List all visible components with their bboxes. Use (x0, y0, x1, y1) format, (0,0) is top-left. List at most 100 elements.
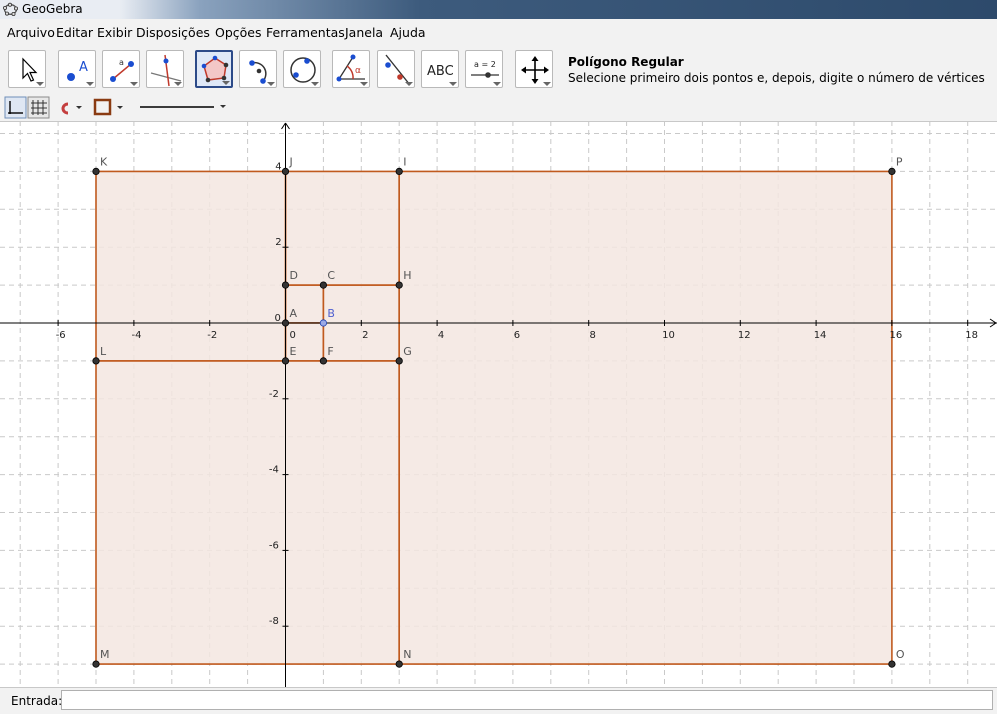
x-tick-label: -2 (207, 330, 217, 341)
toolbar: A a α ABC a = 2 Polígono Regular Selecio… (0, 45, 997, 95)
polygons-layer (95, 170, 893, 665)
style-bar-controls (4, 96, 226, 119)
point-j (281, 167, 290, 176)
x-tick-label: 16 (890, 330, 903, 341)
y-tick-label: 4 (275, 161, 281, 172)
input-bar: Entrada: (0, 687, 997, 714)
point-label-i: I (403, 155, 406, 168)
x-tick-label: 14 (814, 330, 827, 341)
menu-janela[interactable]: Janela (345, 25, 383, 40)
point-o (888, 660, 896, 668)
x-tick-label: 8 (590, 330, 596, 341)
y-tick-label: -2 (269, 389, 279, 400)
tool-angle[interactable]: α (332, 50, 370, 88)
color-button[interactable] (93, 98, 123, 116)
x-tick-label: 6 (514, 330, 520, 341)
polygon-dhij (284, 170, 401, 286)
menu-disposicoes[interactable]: Disposições (136, 25, 210, 40)
point-label-h: H (403, 269, 411, 282)
tool-regular-polygon[interactable] (195, 50, 233, 88)
toggle-axes-button[interactable] (4, 96, 27, 119)
point-capturing-magnet-icon[interactable] (61, 102, 82, 115)
point-f (319, 357, 327, 365)
line-style-button[interactable] (140, 105, 226, 108)
tool-slider[interactable]: a = 2 (465, 50, 503, 88)
menu-opcoes[interactable]: Opções (215, 25, 262, 40)
point-label-b: B (327, 307, 335, 320)
point-e (281, 357, 290, 365)
x-tick-label: 18 (965, 330, 978, 341)
y-tick-label: 2 (275, 237, 281, 248)
input-label: Entrada: (11, 694, 63, 708)
style-bar (0, 95, 997, 122)
polygon-nopi (398, 170, 893, 665)
point-a (281, 319, 290, 327)
svg-text:a: a (119, 58, 124, 67)
tool-help: Polígono Regular Selecione primeiro dois… (568, 55, 985, 85)
tool-text[interactable]: ABC (421, 50, 459, 88)
title-bar: GeoGebra (0, 0, 997, 19)
tool-semicircle[interactable] (239, 50, 277, 88)
x-tick-label: 0 (290, 330, 296, 341)
tool-move[interactable] (8, 50, 46, 88)
point-p (888, 167, 896, 176)
y-tick-label: -4 (269, 465, 279, 476)
point-label-o: O (896, 648, 905, 661)
point-c (319, 281, 327, 289)
point-b (319, 319, 327, 327)
x-tick-label: 4 (438, 330, 444, 341)
toggle-grid-button[interactable] (27, 96, 50, 119)
tool-reflect[interactable] (377, 50, 415, 88)
x-tick-label: -4 (132, 330, 142, 341)
point-label-l: L (100, 345, 107, 358)
point-label-n: N (403, 648, 411, 661)
point-m (92, 660, 100, 668)
x-tick-label: -6 (56, 330, 66, 341)
menu-bar: Arquivo Editar Exibir Disposições Opções… (0, 19, 997, 46)
point-g (395, 357, 403, 365)
y-tick-label: -6 (269, 540, 279, 551)
svg-text:a = 2: a = 2 (474, 60, 496, 69)
tool-perpendicular-line[interactable] (146, 50, 184, 88)
tool-circle[interactable] (283, 50, 321, 88)
tool-segment[interactable]: a (102, 50, 140, 88)
x-tick-label: 10 (662, 330, 675, 341)
point-k (92, 167, 100, 176)
tool-help-text: Selecione primeiro dois pontos e, depois… (568, 71, 985, 85)
geogebra-app-icon (3, 2, 18, 16)
x-tick-label: 12 (738, 330, 751, 341)
point-l (92, 357, 100, 365)
menu-ferramentas[interactable]: Ferramentas (266, 25, 345, 40)
point-label-c: C (327, 269, 335, 282)
menu-arquivo[interactable]: Arquivo (7, 25, 55, 40)
tool-point[interactable]: A (58, 50, 96, 88)
tool-move-graphics-view[interactable] (515, 50, 553, 88)
point-label-g: G (403, 345, 412, 358)
tool-help-title: Polígono Regular (568, 55, 684, 69)
x-tick-label: 2 (362, 330, 368, 341)
window-title: GeoGebra (22, 2, 83, 16)
point-label-m: M (100, 648, 110, 661)
y-tick-label: -8 (269, 616, 279, 627)
point-label-f: F (327, 345, 333, 358)
polygon-mngl (95, 360, 401, 665)
graphics-view[interactable]: -6 -4 -2 0 2 4 6 8 10 12 14 16 18 4 2 -2 -4 -6 -8 0 A B C D E F G… (0, 121, 997, 687)
svg-text:ABC: ABC (427, 64, 454, 79)
point-d (281, 281, 290, 289)
svg-text:A: A (79, 60, 88, 75)
point-label-k: K (100, 155, 108, 168)
point-label-e: E (290, 345, 297, 358)
point-label-a: A (290, 307, 298, 320)
point-n (395, 660, 403, 668)
input-field[interactable] (61, 690, 993, 710)
menu-editar[interactable]: Editar (56, 25, 93, 40)
menu-ajuda[interactable]: Ajuda (390, 25, 426, 40)
point-h (395, 281, 403, 289)
menu-exibir[interactable]: Exibir (97, 25, 132, 40)
polygon-lejk (95, 170, 287, 362)
svg-text:α: α (355, 66, 361, 76)
point-i (395, 167, 403, 176)
point-label-p: P (896, 155, 903, 168)
point-label-j: J (289, 155, 293, 168)
point-label-d: D (290, 269, 298, 282)
